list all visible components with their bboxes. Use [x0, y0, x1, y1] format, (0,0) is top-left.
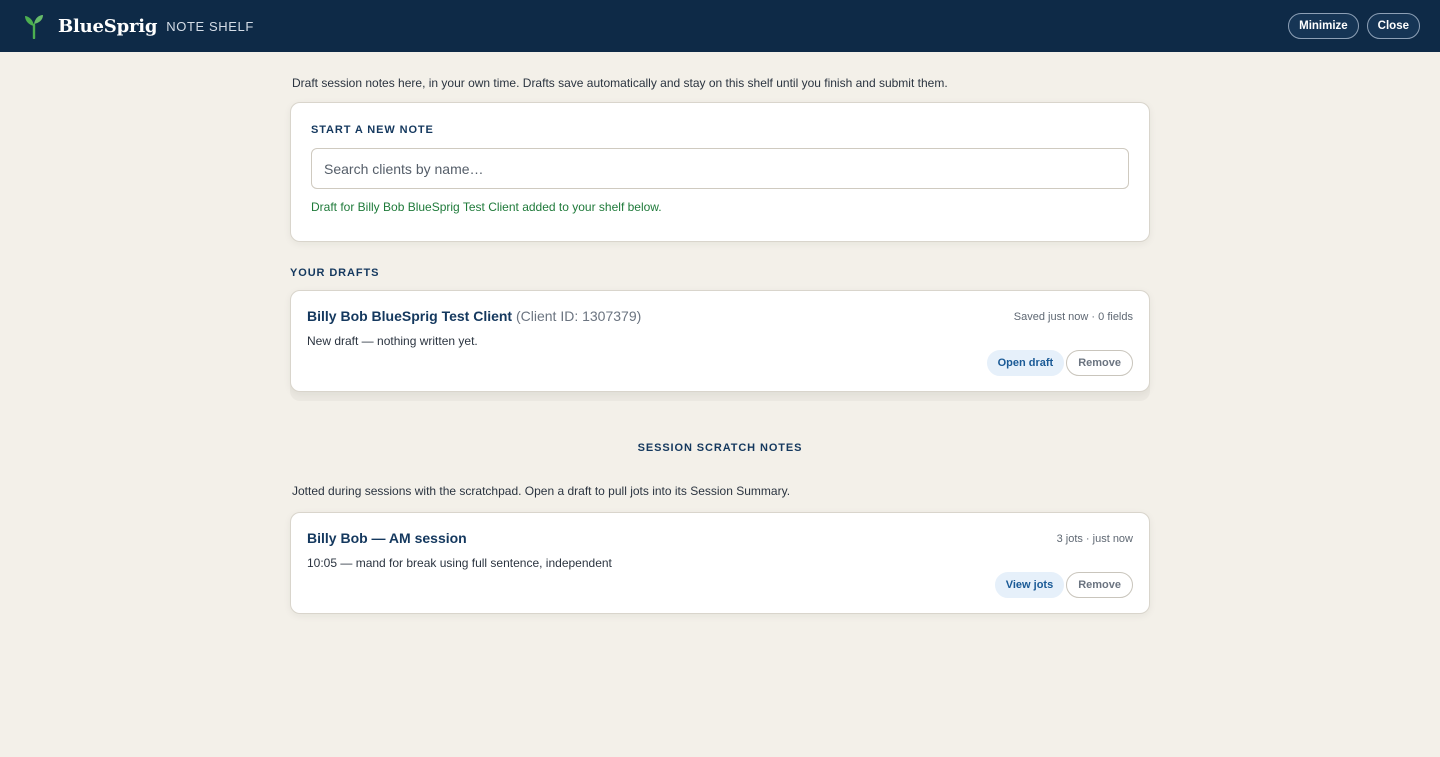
draft-preview: New draft — nothing written yet.	[307, 334, 478, 348]
scratch-notes-heading: SESSION SCRATCH NOTES	[637, 442, 803, 454]
close-button[interactable]: Close	[1366, 13, 1420, 39]
new-note-card: START A NEW NOTE Draft for Billy Bob Blu…	[290, 102, 1150, 242]
brand: BlueSprig NOTE SHELF	[24, 13, 254, 39]
draft-added-message: Draft for Billy Bob BlueSprig Test Clien…	[311, 200, 662, 214]
draft-client-id: (Client ID: 1307379)	[515, 308, 642, 324]
draft-actions: Open draft Remove	[986, 350, 1133, 376]
top-bar: BlueSprig NOTE SHELF Minimize Close	[0, 0, 1440, 52]
scratch-note-item: Billy Bob — AM session 3 jots · just now…	[290, 512, 1150, 614]
window-controls: Minimize Close	[1288, 13, 1420, 39]
app-section-title: NOTE SHELF	[166, 18, 254, 34]
minimize-button[interactable]: Minimize	[1288, 13, 1359, 39]
sprout-icon	[25, 15, 43, 39]
remove-draft-button[interactable]: Remove	[1066, 350, 1133, 376]
scratch-note-actions: View jots Remove	[994, 572, 1133, 598]
shelf-intro: Draft session notes here, in your own ti…	[292, 76, 948, 90]
view-jots-button[interactable]: View jots	[994, 572, 1065, 598]
drafts-heading: YOUR DRAFTS	[290, 267, 380, 279]
new-note-heading: START A NEW NOTE	[311, 124, 434, 136]
remove-scratch-button[interactable]: Remove	[1066, 572, 1133, 598]
scratch-note-preview: 10:05 — mand for break using full senten…	[307, 556, 612, 570]
brand-name: BlueSprig	[58, 15, 158, 37]
scratch-note-title: Billy Bob — AM session	[307, 530, 467, 546]
draft-save-status: Saved just now · 0 fields	[1013, 311, 1133, 323]
scratch-note-meta: 3 jots · just now	[1056, 533, 1133, 545]
scratch-notes-intro: Jotted during sessions with the scratchp…	[292, 484, 791, 498]
draft-item: Billy Bob BlueSprig Test Client (Client …	[290, 290, 1150, 392]
draft-client-name: Billy Bob BlueSprig Test Client	[307, 308, 513, 324]
client-search-input[interactable]	[311, 148, 1129, 189]
open-draft-button[interactable]: Open draft	[986, 350, 1065, 376]
draft-title: Billy Bob BlueSprig Test Client (Client …	[307, 308, 641, 324]
